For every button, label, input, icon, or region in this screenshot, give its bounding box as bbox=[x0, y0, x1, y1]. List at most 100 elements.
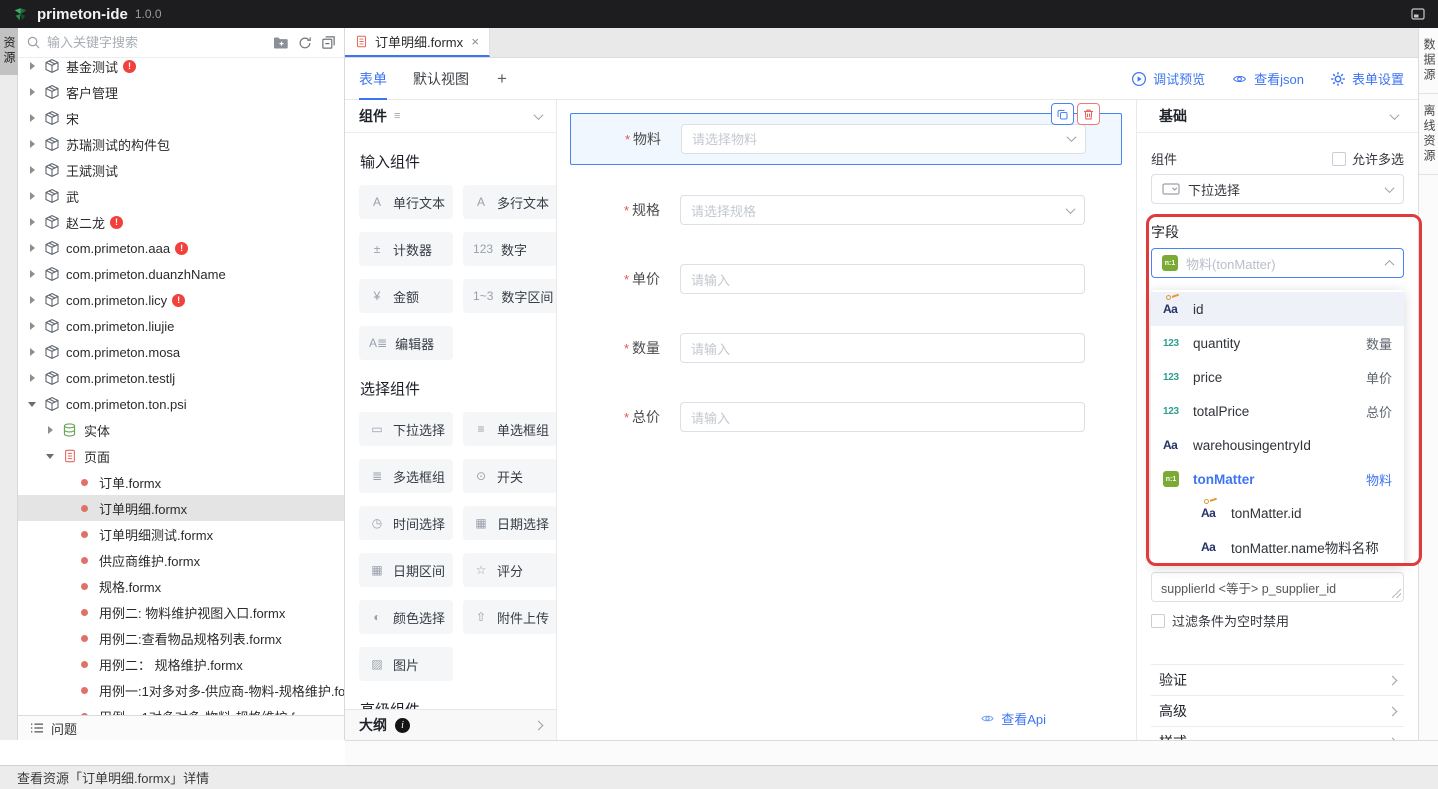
palette-component-button[interactable]: A 多行文本 bbox=[463, 185, 556, 219]
outline-bar[interactable]: 大纲 i bbox=[345, 709, 556, 740]
palette-component-button[interactable]: A≣ 编辑器 bbox=[359, 326, 453, 360]
tree-item[interactable]: 基金测试 ! bbox=[18, 53, 344, 79]
collapse-all-icon[interactable] bbox=[321, 35, 336, 50]
field-option[interactable]: tonMatter.id bbox=[1151, 496, 1404, 530]
expand-arrow-icon[interactable] bbox=[28, 139, 38, 149]
multi-select-checkbox[interactable] bbox=[1332, 152, 1346, 166]
resources-rail-tab[interactable]: 资源 bbox=[0, 28, 18, 75]
tree-item[interactable]: 页面 ! bbox=[18, 443, 344, 469]
delete-field-button[interactable] bbox=[1077, 103, 1100, 125]
form-settings-button[interactable]: 表单设置 bbox=[1330, 69, 1404, 88]
tree-item[interactable]: 用例二: 物料维护视图入口.formx ! bbox=[18, 599, 344, 625]
filter-disable-row[interactable]: 过滤条件为空时禁用 bbox=[1151, 611, 1404, 630]
palette-component-button[interactable]: ≡ 单选框组 bbox=[463, 412, 556, 446]
tree-item[interactable]: 用例一:1对多对多-物料-规格维护.formx ! bbox=[18, 703, 344, 715]
field-binding-select[interactable]: n:1 物料(tonMatter) bbox=[1151, 248, 1404, 278]
tree-item[interactable]: 客户管理 ! bbox=[18, 79, 344, 105]
expand-arrow-icon[interactable] bbox=[28, 87, 38, 97]
expand-arrow-icon[interactable] bbox=[28, 243, 38, 253]
field-control[interactable]: 请输入 bbox=[680, 264, 1085, 294]
chevron-right-icon[interactable] bbox=[534, 720, 544, 730]
palette-component-button[interactable]: ≣ 多选框组 bbox=[359, 459, 453, 493]
tree-item[interactable]: com.primeton.liujie ! bbox=[18, 313, 344, 339]
field-control[interactable]: 请输入 bbox=[680, 402, 1085, 432]
tree-item[interactable]: 用例二:查看物品规格列表.formx ! bbox=[18, 625, 344, 651]
tree-item[interactable]: 用例一:1对多对多-供应商-物料-规格维护.formx ! bbox=[18, 677, 344, 703]
tree-item[interactable]: com.primeton.ton.psi ! bbox=[18, 391, 344, 417]
tree-item[interactable]: 实体 ! bbox=[18, 417, 344, 443]
rail-tab-datasource[interactable]: 数据源 bbox=[1419, 28, 1438, 94]
new-folder-icon[interactable] bbox=[273, 36, 289, 50]
palette-component-button[interactable]: 1~3 数字区间 bbox=[463, 279, 556, 313]
palette-component-button[interactable]: ▨ 图片 bbox=[359, 647, 453, 681]
field-option[interactable]: tonMatter 物料 bbox=[1151, 462, 1404, 496]
expand-arrow-icon[interactable] bbox=[28, 191, 38, 201]
chevron-down-icon[interactable] bbox=[534, 110, 544, 120]
tree-item[interactable]: com.primeton.aaa ! bbox=[18, 235, 344, 261]
view-api-link[interactable]: 查看Api bbox=[980, 709, 1046, 728]
filter-expression-input[interactable]: supplierId <等于> p_supplier_id bbox=[1151, 572, 1404, 602]
component-type-select[interactable]: 下拉选择 bbox=[1151, 174, 1404, 204]
editor-tab-order-detail[interactable]: 订单明细.formx × bbox=[345, 28, 490, 57]
tree-item[interactable]: com.primeton.duanzhName ! bbox=[18, 261, 344, 287]
expand-arrow-icon[interactable] bbox=[28, 269, 38, 279]
view-json-button[interactable]: 查看json bbox=[1231, 69, 1304, 88]
expand-arrow-icon[interactable] bbox=[46, 425, 56, 435]
expand-arrow-icon[interactable] bbox=[28, 347, 38, 357]
expand-arrow-icon[interactable] bbox=[46, 451, 56, 461]
expand-arrow-icon[interactable] bbox=[28, 165, 38, 175]
palette-component-button[interactable]: ± 计数器 bbox=[359, 232, 453, 266]
palette-component-button[interactable]: A 单行文本 bbox=[359, 185, 453, 219]
field-control[interactable]: 请输入 bbox=[680, 333, 1085, 363]
palette-component-button[interactable]: ⇧ 附件上传 bbox=[463, 600, 556, 634]
tree-item[interactable]: com.primeton.testlj ! bbox=[18, 365, 344, 391]
field-option[interactable]: totalPrice 总价 bbox=[1151, 394, 1404, 428]
tree-item[interactable]: 订单明细测试.formx ! bbox=[18, 521, 344, 547]
filter-disable-checkbox[interactable] bbox=[1151, 614, 1165, 628]
palette-component-button[interactable]: ⊙ 开关 bbox=[463, 459, 556, 493]
basic-section-header[interactable]: 基础 bbox=[1137, 100, 1418, 133]
tree-item[interactable]: 苏瑞测试的构件包 ! bbox=[18, 131, 344, 157]
problems-bar[interactable]: 问题 bbox=[18, 715, 344, 740]
field-option[interactable]: quantity 数量 bbox=[1151, 326, 1404, 360]
search-input[interactable] bbox=[47, 35, 267, 50]
palette-component-button[interactable]: ◐ 颜色选择 bbox=[359, 600, 453, 634]
expand-arrow-icon[interactable] bbox=[28, 399, 38, 409]
palette-component-button[interactable]: ¥ 金额 bbox=[359, 279, 453, 313]
form-field[interactable]: *数量 请输入 bbox=[557, 333, 1136, 363]
expand-arrow-icon[interactable] bbox=[28, 113, 38, 123]
form-canvas[interactable]: *物料 请选择物料 bbox=[557, 100, 1136, 740]
tree-item[interactable]: 王斌测试 ! bbox=[18, 157, 344, 183]
expand-arrow-icon[interactable] bbox=[28, 295, 38, 305]
rail-tab-offline-resources[interactable]: 离线资源 bbox=[1419, 94, 1438, 175]
field-option[interactable]: price 单价 bbox=[1151, 360, 1404, 394]
palette-header[interactable]: 组件 ≡ bbox=[345, 100, 556, 133]
field-option[interactable]: id bbox=[1151, 292, 1404, 326]
palette-component-button[interactable]: 123 数字 bbox=[463, 232, 556, 266]
expand-arrow-icon[interactable] bbox=[28, 321, 38, 331]
tree-item[interactable]: 赵二龙 ! bbox=[18, 209, 344, 235]
tab-form[interactable]: 表单 bbox=[359, 58, 387, 100]
copy-field-button[interactable] bbox=[1051, 103, 1074, 125]
palette-component-button[interactable]: ▦ 日期区间 bbox=[359, 553, 453, 587]
expand-arrow-icon[interactable] bbox=[28, 217, 38, 227]
tree-item[interactable]: com.primeton.licy ! bbox=[18, 287, 344, 313]
palette-component-button[interactable]: ▦ 日期选择 bbox=[463, 506, 556, 540]
form-field[interactable]: *物料 请选择物料 bbox=[570, 113, 1122, 165]
tree-item[interactable]: 武 ! bbox=[18, 183, 344, 209]
chevron-down-icon[interactable] bbox=[1390, 110, 1400, 120]
close-tab-icon[interactable]: × bbox=[471, 34, 479, 49]
inspector-section-row[interactable]: 高级 bbox=[1151, 695, 1404, 726]
window-layout-icon[interactable] bbox=[1410, 6, 1426, 22]
tree-item[interactable]: 宋 ! bbox=[18, 105, 344, 131]
tree-item[interactable]: 供应商维护.formx ! bbox=[18, 547, 344, 573]
expand-arrow-icon[interactable] bbox=[28, 61, 38, 71]
tree-item[interactable]: 用例二： 规格维护.formx ! bbox=[18, 651, 344, 677]
refresh-icon[interactable] bbox=[298, 36, 312, 50]
tab-default-view[interactable]: 默认视图 bbox=[413, 58, 469, 100]
form-field[interactable]: *单价 请输入 bbox=[557, 264, 1136, 294]
tree-item[interactable]: 订单.formx ! bbox=[18, 469, 344, 495]
expand-arrow-icon[interactable] bbox=[28, 373, 38, 383]
palette-component-button[interactable]: ▭ 下拉选择 bbox=[359, 412, 453, 446]
field-option[interactable]: warehousingentryId bbox=[1151, 428, 1404, 462]
